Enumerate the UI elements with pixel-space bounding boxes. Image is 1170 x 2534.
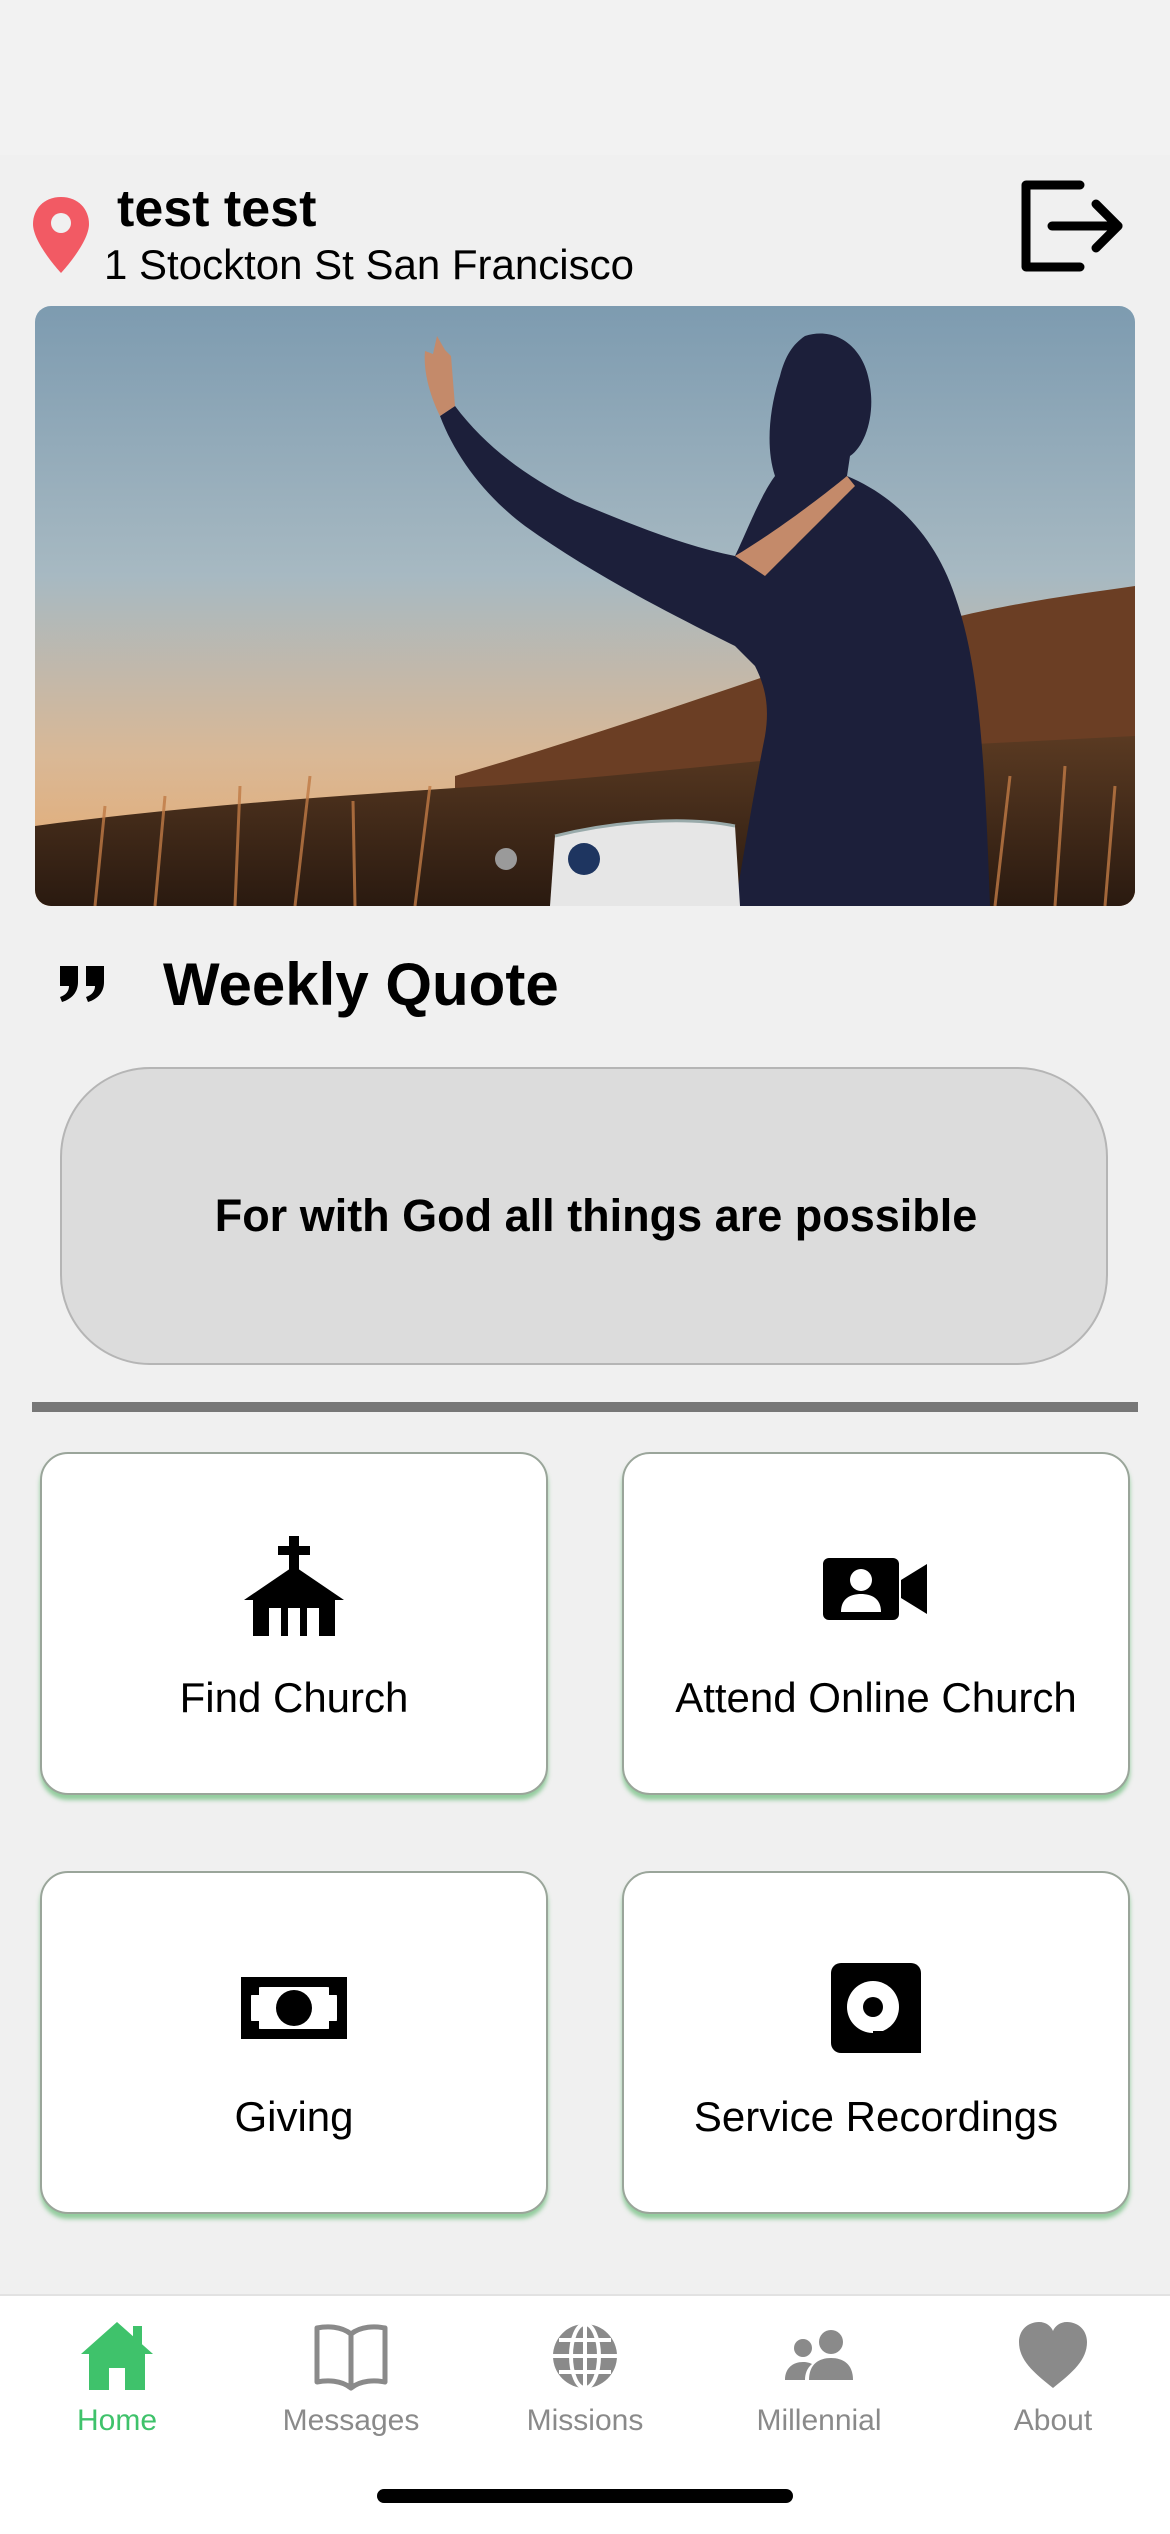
tile-label: Find Church — [179, 1674, 409, 1721]
service-recordings-tile[interactable]: Service Recordings — [622, 1871, 1130, 2214]
tab-label: About — [1013, 2404, 1093, 2437]
carousel-dot[interactable] — [495, 848, 517, 870]
location-header: test test 1 Stockton St San Francisco — [0, 155, 1170, 305]
section-divider — [32, 1402, 1138, 1412]
user-name: test test — [117, 180, 317, 238]
tab-label: Messages — [282, 2404, 420, 2437]
money-icon — [241, 1977, 347, 2039]
people-icon — [785, 2330, 853, 2380]
banner-carousel[interactable] — [35, 306, 1135, 906]
tab-millennial[interactable]: Millennial — [702, 2296, 936, 2456]
tab-label: Millennial — [756, 2404, 882, 2437]
church-icon — [244, 1536, 344, 1636]
video-camera-icon — [823, 1558, 927, 1620]
user-address: 1 Stockton St San Francisco — [104, 241, 634, 288]
globe-icon — [553, 2322, 617, 2390]
status-bar-area — [0, 0, 1170, 155]
tile-label: Giving — [234, 2093, 354, 2140]
weekly-quote-card: For with God all things are possible — [60, 1067, 1108, 1365]
tab-home[interactable]: Home — [0, 2296, 234, 2456]
map-pin-icon — [33, 197, 89, 273]
tile-label: Service Recordings — [693, 2093, 1059, 2140]
book-icon — [314, 2324, 388, 2391]
logout-icon — [1021, 180, 1123, 272]
recording-icon — [831, 1963, 921, 2053]
tile-label: Attend Online Church — [675, 1674, 1077, 1721]
tab-about[interactable]: About — [936, 2296, 1170, 2456]
attend-online-church-tile[interactable]: Attend Online Church — [622, 1452, 1130, 1795]
home-icon — [81, 2322, 153, 2390]
weekly-quote-heading: Weekly Quote — [163, 951, 559, 1018]
logout-button[interactable] — [1018, 177, 1128, 277]
heart-icon — [1019, 2322, 1087, 2388]
tab-missions[interactable]: Missions — [468, 2296, 702, 2456]
tab-label: Missions — [526, 2404, 644, 2437]
tab-messages[interactable]: Messages — [234, 2296, 468, 2456]
tab-label: Home — [76, 2404, 158, 2437]
weekly-quote-text: For with God all things are possible — [214, 1190, 978, 1241]
giving-tile[interactable]: Giving — [40, 1871, 548, 2214]
quote-icon — [60, 966, 104, 1002]
home-indicator — [377, 2489, 793, 2503]
banner-image — [35, 306, 1135, 906]
find-church-tile[interactable]: Find Church — [40, 1452, 548, 1795]
carousel-dot-active[interactable] — [568, 843, 600, 875]
